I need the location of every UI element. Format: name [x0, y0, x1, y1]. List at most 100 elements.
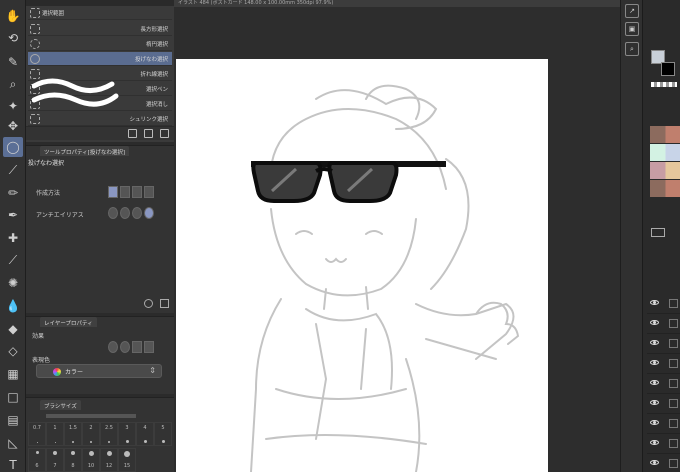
antialias-strong-icon[interactable]	[144, 207, 154, 219]
delete-subtool-icon[interactable]	[160, 129, 169, 138]
effect-mask-icon[interactable]	[144, 341, 154, 353]
antialias-selector[interactable]	[108, 207, 154, 219]
pen-icon[interactable]: ✎	[3, 52, 23, 72]
ink-pen-icon[interactable]: ✒	[3, 205, 23, 225]
eye-icon[interactable]	[650, 320, 659, 325]
expression-color-select[interactable]: カラー ⇕	[36, 364, 162, 378]
eraser-icon[interactable]: ◇	[3, 341, 23, 361]
layer-thumb	[669, 399, 678, 408]
hand-icon[interactable]: ✋	[3, 6, 23, 26]
lasso-tool-icon[interactable]: ◯	[3, 137, 23, 157]
layer-property-tab[interactable]: レイヤープロパティ	[40, 317, 97, 327]
tool-property-tab[interactable]: ツールプロパティ[投げなわ選択]	[40, 146, 129, 156]
eye-icon[interactable]	[650, 380, 659, 385]
mode-subtract-icon[interactable]	[132, 186, 142, 198]
zoom-icon[interactable]: ⌕	[3, 74, 23, 94]
decoration-icon[interactable]: ✚	[3, 228, 23, 248]
layer-thumb	[669, 379, 678, 388]
transparent-swatch[interactable]	[651, 82, 677, 87]
operation-icon[interactable]: ⟲	[3, 28, 23, 48]
navigator-icon[interactable]: ↗	[625, 4, 639, 18]
layer-row[interactable]	[647, 334, 680, 354]
right-button-strip: ↗ ▣ ⌕	[620, 0, 642, 472]
brush-size-tab[interactable]: ブラシサイズ	[40, 400, 81, 410]
palette-swatch[interactable]	[650, 126, 680, 143]
brush-size-slider[interactable]	[46, 414, 136, 418]
sub-view-icon[interactable]: ▣	[625, 22, 639, 36]
brush-size-cell[interactable]: 7	[46, 448, 64, 472]
canvas-area[interactable]: イラスト 484 (ポストカード 148.00 x 100.00mm 350dp…	[174, 0, 620, 472]
layer-row[interactable]	[647, 414, 680, 434]
layer-mode-icon[interactable]	[651, 228, 665, 237]
mode-intersect-icon[interactable]	[144, 186, 154, 198]
brush-size-cell[interactable]: 0.7	[28, 422, 46, 446]
pencil-icon[interactable]: ✏	[3, 183, 23, 203]
brush-size-cell[interactable]: 2	[82, 422, 100, 446]
layer-row[interactable]	[647, 354, 680, 374]
subtool-item-selection[interactable]: 選択範囲	[28, 6, 172, 20]
airbrush-icon[interactable]: ✺	[3, 273, 23, 293]
brush-size-cell[interactable]: 10	[82, 448, 100, 472]
canvas-paper[interactable]	[176, 59, 548, 472]
reset-icon[interactable]	[144, 299, 153, 308]
brush-size-cell[interactable]: 15	[118, 448, 136, 472]
settings-icon[interactable]	[160, 299, 169, 308]
figure-icon[interactable]: □	[3, 387, 23, 407]
fill-icon[interactable]: ◆	[3, 319, 23, 339]
eye-icon[interactable]	[650, 440, 659, 445]
copy-subtool-icon[interactable]	[144, 129, 153, 138]
add-subtool-icon[interactable]	[128, 129, 137, 138]
layer-search-icon[interactable]: ⌕	[625, 42, 639, 56]
mode-add-icon[interactable]	[120, 186, 130, 198]
brush-size-cell[interactable]: 6	[28, 448, 46, 472]
antialias-none-icon[interactable]	[108, 207, 118, 219]
brush-size-cell[interactable]: 1	[46, 422, 64, 446]
eyedropper-icon[interactable]: ⟋	[3, 160, 23, 180]
move-icon[interactable]: ✥	[3, 116, 23, 136]
brush-icon[interactable]: ⟋	[3, 250, 23, 270]
eye-icon[interactable]	[650, 420, 659, 425]
eye-icon[interactable]	[650, 400, 659, 405]
brush-size-cell[interactable]: 4	[136, 422, 154, 446]
subtool-item-shrink[interactable]: シュリンク選択	[28, 112, 172, 126]
brush-size-cell[interactable]: 3	[118, 422, 136, 446]
palette-swatch[interactable]	[650, 162, 680, 179]
palette-swatch[interactable]	[650, 180, 680, 197]
sub-color-swatch[interactable]	[661, 62, 675, 76]
frame-icon[interactable]: ▤	[3, 410, 23, 430]
layer-row[interactable]	[647, 294, 680, 314]
brush-size-cell[interactable]: 8	[64, 448, 82, 472]
palette-swatch[interactable]	[650, 144, 680, 161]
creation-mode-selector[interactable]	[108, 186, 154, 198]
layer-row[interactable]	[647, 374, 680, 394]
layer-row[interactable]	[647, 394, 680, 414]
blend-icon[interactable]: 💧	[3, 296, 23, 316]
color-wheel-icon	[53, 368, 61, 376]
effect-pattern-icon[interactable]	[132, 341, 142, 353]
eye-icon[interactable]	[650, 460, 659, 465]
effect-border-icon[interactable]	[108, 341, 118, 353]
subtool-item-ellipse[interactable]: 楕円選択	[28, 37, 172, 51]
antialias-medium-icon[interactable]	[132, 207, 142, 219]
layer-row[interactable]	[647, 314, 680, 334]
eye-icon[interactable]	[650, 300, 659, 305]
layer-property-panel: レイヤープロパティ 効果 表現色 カラー ⇕	[26, 316, 174, 394]
mode-new-icon[interactable]	[108, 186, 118, 198]
gradient-icon[interactable]: ▦	[3, 364, 23, 384]
ruler-icon[interactable]: ◺	[3, 433, 23, 453]
eye-icon[interactable]	[650, 360, 659, 365]
brush-size-cell[interactable]: 12	[100, 448, 118, 472]
brush-size-cell[interactable]: 2.5	[100, 422, 118, 446]
eye-icon[interactable]	[650, 340, 659, 345]
effect-tone-icon[interactable]	[120, 341, 130, 353]
text-icon[interactable]: T	[3, 455, 23, 472]
subtool-item-lasso[interactable]: 投げなわ選択	[28, 52, 172, 66]
effect-selector[interactable]	[108, 341, 154, 353]
layer-row[interactable]	[647, 454, 680, 472]
brush-size-cell[interactable]: 5	[154, 422, 172, 446]
antialias-weak-icon[interactable]	[120, 207, 130, 219]
subtool-item-rect[interactable]: 長方形選択	[28, 22, 172, 36]
layer-row[interactable]	[647, 434, 680, 454]
brush-size-cell[interactable]: 1.5	[64, 422, 82, 446]
auto-select-icon[interactable]: ✦	[3, 96, 23, 116]
